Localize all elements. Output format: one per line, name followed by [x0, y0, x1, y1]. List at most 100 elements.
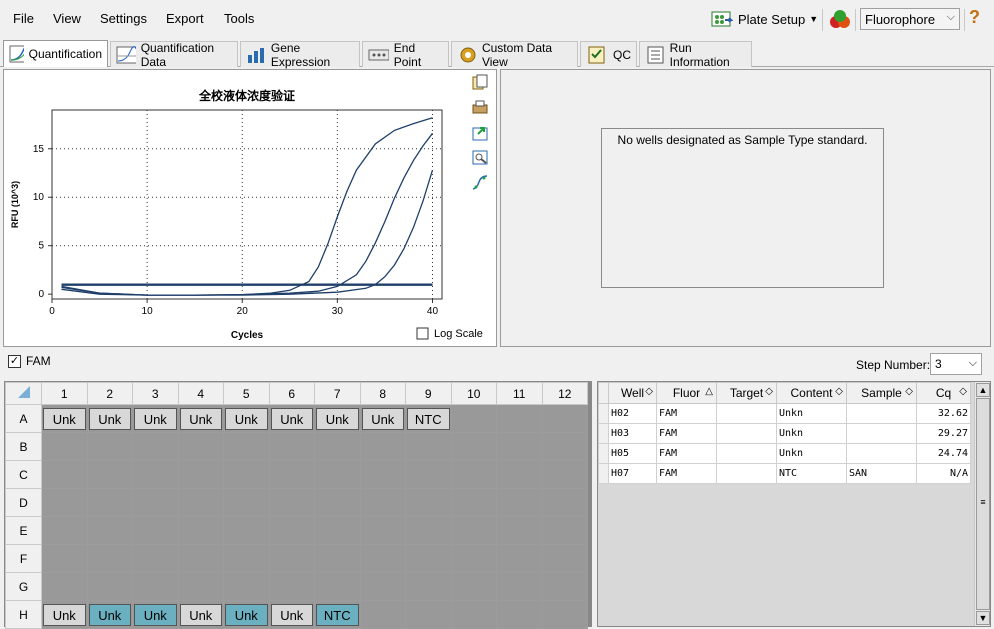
table-row[interactable]: H05 FAM Unkn 24.74	[598, 443, 971, 464]
table-cell[interactable]: 24.74	[916, 443, 971, 464]
tab-custom-data-view[interactable]: Custom Data View	[451, 41, 578, 69]
plate-well[interactable]: Unk	[268, 600, 315, 629]
plate-well[interactable]	[268, 544, 315, 573]
column-header-content[interactable]: Content ◇	[776, 382, 847, 404]
zoom-chart-icon[interactable]	[471, 149, 489, 166]
plate-column-header[interactable]: 8	[359, 382, 406, 405]
plate-well[interactable]: Unk	[223, 600, 270, 629]
plate-well[interactable]	[541, 488, 588, 517]
scroll-up-icon[interactable]: ▲	[976, 383, 990, 397]
plate-well[interactable]	[496, 516, 543, 545]
table-cell[interactable]: FAM	[656, 403, 717, 424]
plate-well[interactable]	[86, 516, 133, 545]
plate-column-header[interactable]: 7	[314, 382, 361, 405]
plate-well[interactable]	[359, 432, 406, 461]
plate-well[interactable]	[541, 600, 588, 629]
table-cell[interactable]: FAM	[656, 423, 717, 444]
log-scale-checkbox[interactable]	[416, 327, 429, 340]
tab-quantification-data[interactable]: Quantification Data	[110, 41, 238, 69]
plate-well[interactable]	[541, 516, 588, 545]
tab-qc[interactable]: QC	[580, 41, 637, 67]
plate-well[interactable]: Unk	[41, 600, 88, 629]
plate-well[interactable]	[177, 516, 224, 545]
plate-well[interactable]	[86, 432, 133, 461]
plate-well[interactable]	[405, 488, 452, 517]
plate-well[interactable]	[359, 600, 406, 629]
table-cell[interactable]: FAM	[656, 463, 717, 484]
plate-well[interactable]	[41, 516, 88, 545]
plate-well[interactable]: NTC	[405, 404, 452, 433]
table-cell[interactable]	[846, 403, 917, 424]
plate-well[interactable]	[405, 460, 452, 489]
plate-well[interactable]	[86, 488, 133, 517]
plate-well[interactable]	[41, 488, 88, 517]
tab-run-information[interactable]: Run Information	[639, 41, 752, 69]
dyes-icon[interactable]	[827, 8, 853, 32]
plate-well[interactable]: Unk	[132, 600, 179, 629]
plate-well[interactable]	[450, 544, 497, 573]
copy-icon[interactable]	[471, 74, 489, 91]
plate-well[interactable]	[177, 572, 224, 601]
plate-well[interactable]	[496, 404, 543, 433]
plate-well[interactable]	[496, 488, 543, 517]
tab-gene-expression[interactable]: Gene Expression	[240, 41, 360, 69]
table-cell[interactable]: 32.62	[916, 403, 971, 424]
plate-well[interactable]	[177, 432, 224, 461]
plate-row-header[interactable]: G	[5, 572, 42, 601]
plate-well[interactable]	[314, 572, 361, 601]
plate-well[interactable]	[132, 516, 179, 545]
table-cell[interactable]: H03	[608, 423, 657, 444]
plate-column-header[interactable]: 10	[450, 382, 497, 405]
plate-well[interactable]	[450, 404, 497, 433]
plate-well[interactable]	[223, 572, 270, 601]
amplification-chart[interactable]: 0 10 20 30 40 0 5 10 15 全校液体浓度验证 Cycles RFU (10^3) L…	[4, 70, 498, 348]
plate-column-header[interactable]: 3	[132, 382, 179, 405]
plate-well[interactable]: Unk	[177, 600, 224, 629]
plate-well[interactable]	[450, 600, 497, 629]
plate-well[interactable]: Unk	[359, 404, 406, 433]
plate-well[interactable]	[405, 544, 452, 573]
plate-well[interactable]	[496, 544, 543, 573]
print-icon[interactable]	[471, 99, 489, 116]
sort-icon[interactable]: ◇	[835, 386, 843, 397]
menu-settings[interactable]: Settings	[100, 11, 147, 26]
plate-well[interactable]	[86, 572, 133, 601]
table-row[interactable]: H02 FAM Unkn 32.62	[598, 403, 971, 424]
column-header-cq[interactable]: Cq ◇	[916, 382, 971, 404]
menu-view[interactable]: View	[53, 11, 81, 26]
plate-well[interactable]	[41, 572, 88, 601]
row-selector[interactable]	[598, 443, 609, 464]
plate-well[interactable]	[132, 460, 179, 489]
plate-well[interactable]	[132, 488, 179, 517]
plate-well[interactable]: Unk	[41, 404, 88, 433]
plate-well[interactable]	[541, 404, 588, 433]
sort-icon[interactable]: ◇	[765, 386, 773, 397]
table-cell[interactable]: SAN	[846, 463, 917, 484]
plate-well[interactable]	[41, 460, 88, 489]
column-header-target[interactable]: Target ◇	[716, 382, 777, 404]
plate-column-header[interactable]: 6	[268, 382, 315, 405]
sort-icon[interactable]: ◇	[905, 386, 913, 397]
plate-well[interactable]	[405, 516, 452, 545]
plate-setup-button[interactable]: Plate Setup ▼	[710, 8, 818, 30]
plate-well[interactable]	[541, 572, 588, 601]
plate-column-header[interactable]: 5	[223, 382, 270, 405]
table-row[interactable]: H03 FAM Unkn 29.27	[598, 423, 971, 444]
plate-well[interactable]	[132, 432, 179, 461]
plate-well[interactable]	[177, 544, 224, 573]
plate-well[interactable]	[268, 516, 315, 545]
plate-well[interactable]	[314, 488, 361, 517]
table-cell[interactable]	[716, 403, 777, 424]
menu-file[interactable]: File	[13, 11, 34, 26]
table-cell[interactable]: H05	[608, 443, 657, 464]
table-cell[interactable]: Unkn	[776, 403, 847, 424]
plate-well[interactable]	[496, 432, 543, 461]
plate-well[interactable]	[132, 572, 179, 601]
scroll-thumb[interactable]: ≡	[976, 398, 990, 610]
plate-well[interactable]	[223, 432, 270, 461]
fluorophore-select[interactable]: Fluorophore ⌵	[860, 8, 960, 30]
plate-well[interactable]	[132, 544, 179, 573]
plate-well[interactable]	[177, 488, 224, 517]
plate-row-header[interactable]: E	[5, 516, 42, 545]
plate-well[interactable]	[359, 544, 406, 573]
